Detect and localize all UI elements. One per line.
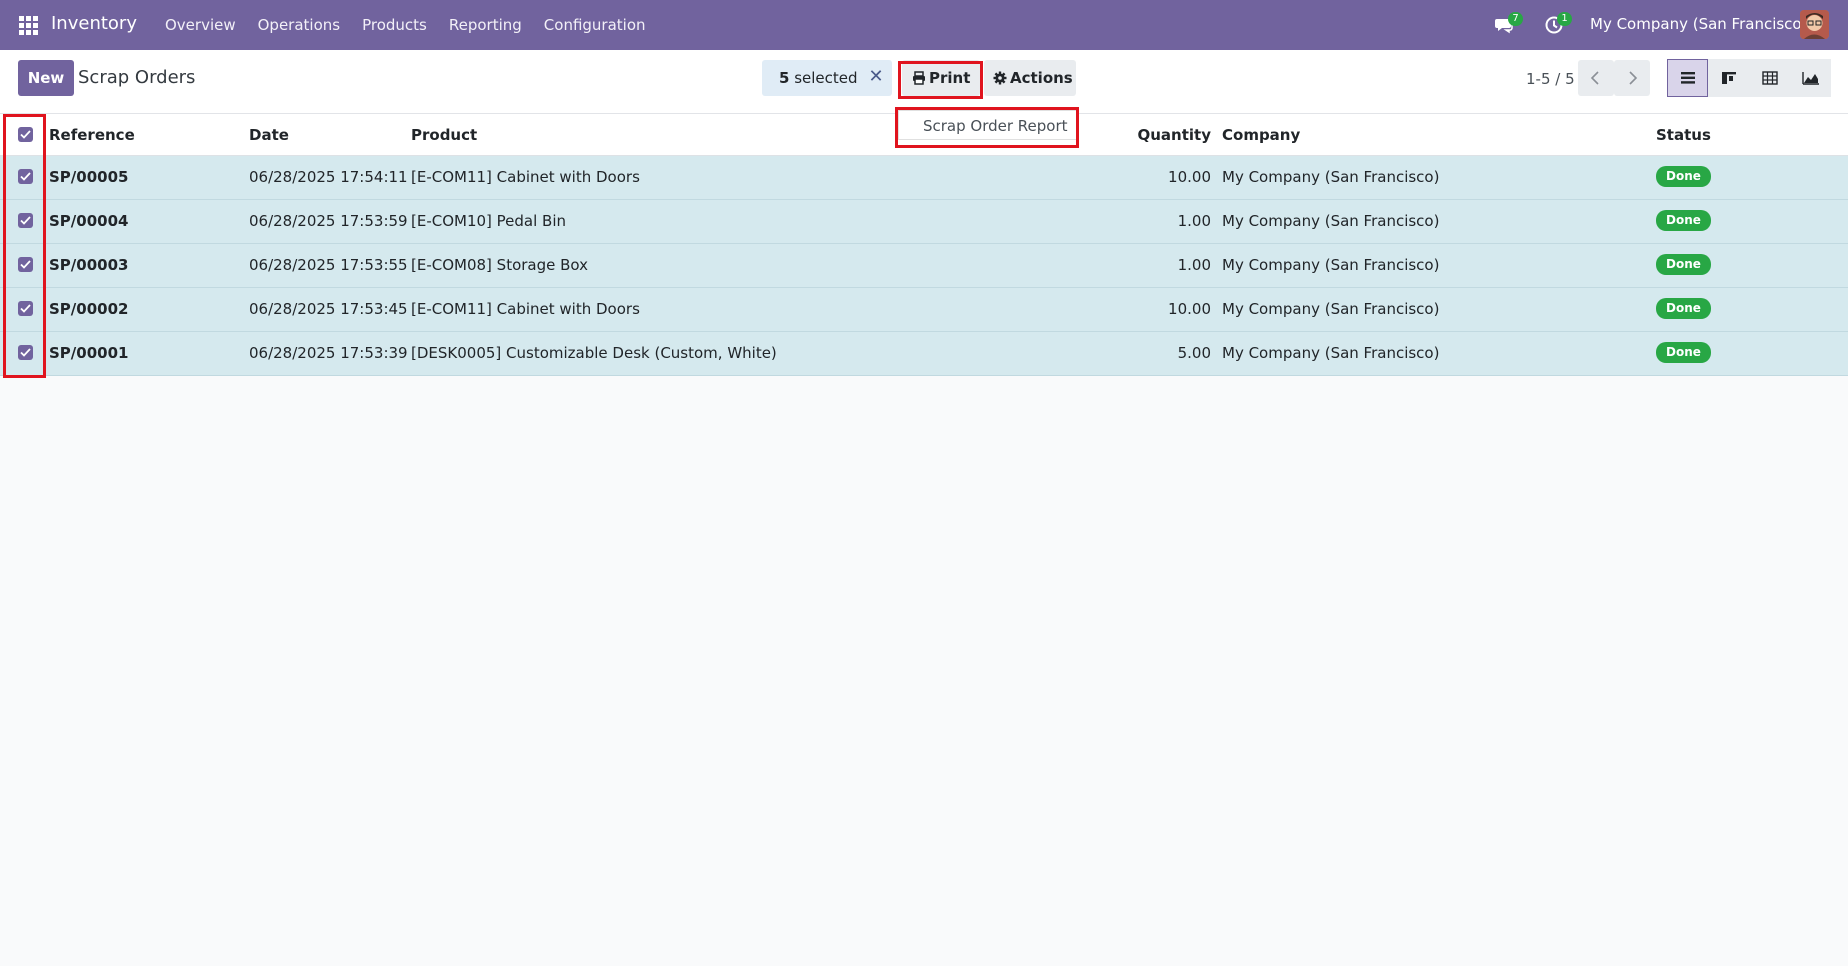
selected-label: selected [794, 69, 858, 87]
selected-count: 5 [779, 69, 790, 87]
column-company[interactable]: Company [1222, 126, 1300, 144]
gear-icon [993, 62, 1007, 98]
row-checkbox[interactable] [18, 169, 33, 184]
list-view-icon[interactable] [1667, 59, 1708, 97]
column-status[interactable]: Status [1656, 126, 1711, 144]
cell-quantity: 5.00 [1177, 344, 1211, 362]
scrap-orders-table: Reference Date Product Quantity Company … [0, 114, 1848, 376]
status-badge: Done [1656, 298, 1711, 319]
pager-value[interactable]: 1-5 / 5 [1526, 70, 1575, 88]
menu-item-products[interactable]: Products [351, 0, 438, 50]
cell-company: My Company (San Francisco) [1222, 300, 1440, 318]
print-icon [912, 62, 926, 98]
company-switcher[interactable]: My Company (San Francisco) [1590, 15, 1807, 33]
cell-date: 06/28/2025 17:53:39 [249, 344, 408, 362]
cell-company: My Company (San Francisco) [1222, 168, 1440, 186]
kanban-view-icon[interactable] [1708, 59, 1749, 97]
menu-item-reporting[interactable]: Reporting [438, 0, 533, 50]
cell-company: My Company (San Francisco) [1222, 212, 1440, 230]
main-menu: Overview Operations Products Reporting C… [154, 0, 657, 50]
cell-reference: SP/00005 [49, 168, 129, 186]
row-checkbox[interactable] [18, 345, 33, 360]
status-badge: Done [1656, 342, 1711, 363]
app-name[interactable]: Inventory [51, 13, 137, 34]
column-date[interactable]: Date [249, 126, 289, 144]
cell-reference: SP/00002 [49, 300, 129, 318]
chevron-left-icon[interactable] [1578, 60, 1614, 96]
table-row[interactable]: SP/00003 06/28/2025 17:53:55 [E-COM08] S… [0, 244, 1848, 288]
cell-reference: SP/00001 [49, 344, 129, 362]
cell-company: My Company (San Francisco) [1222, 256, 1440, 274]
print-dropdown-menu: Scrap Order Report [898, 110, 1078, 140]
print-label: Print [929, 69, 971, 87]
cell-company: My Company (San Francisco) [1222, 344, 1440, 362]
status-badge: Done [1656, 210, 1711, 231]
cell-date: 06/28/2025 17:53:55 [249, 256, 408, 274]
print-button[interactable]: Print [902, 60, 980, 96]
cell-reference: SP/00003 [49, 256, 129, 274]
cell-quantity: 10.00 [1168, 168, 1211, 186]
cell-product: [E-COM11] Cabinet with Doors [411, 168, 640, 186]
menu-item-overview[interactable]: Overview [154, 0, 247, 50]
table-row[interactable]: SP/00001 06/28/2025 17:53:39 [DESK0005] … [0, 332, 1848, 376]
column-product[interactable]: Product [411, 126, 477, 144]
avatar[interactable] [1800, 10, 1829, 39]
menu-item-configuration[interactable]: Configuration [533, 0, 657, 50]
cell-date: 06/28/2025 17:53:59 [249, 212, 408, 230]
page-title: Scrap Orders [78, 67, 196, 88]
selection-indicator: 5 selected ✕ [762, 60, 892, 96]
cell-date: 06/28/2025 17:53:45 [249, 300, 408, 318]
cell-product: [E-COM10] Pedal Bin [411, 212, 567, 230]
cell-reference: SP/00004 [49, 212, 129, 230]
control-panel: New Scrap Orders 5 selected ✕ Print Acti… [0, 50, 1848, 114]
cell-quantity: 1.00 [1177, 256, 1211, 274]
column-quantity[interactable]: Quantity [1111, 126, 1212, 144]
status-badge: Done [1656, 166, 1711, 187]
row-checkbox[interactable] [18, 257, 33, 272]
cell-product: [E-COM08] Storage Box [411, 256, 589, 274]
new-button[interactable]: New [18, 60, 74, 96]
actions-button[interactable]: Actions [984, 60, 1076, 96]
pivot-view-icon[interactable] [1749, 59, 1790, 97]
chevron-right-icon[interactable] [1614, 60, 1650, 96]
cell-quantity: 10.00 [1168, 300, 1211, 318]
cell-product: [DESK0005] Customizable Desk (Custom, Wh… [411, 344, 777, 362]
cell-product: [E-COM11] Cabinet with Doors [411, 300, 640, 318]
row-checkbox[interactable] [18, 301, 33, 316]
scrap-order-report-item[interactable]: Scrap Order Report [923, 117, 1068, 135]
row-checkbox[interactable] [18, 213, 33, 228]
top-navbar: Inventory Overview Operations Products R… [0, 0, 1848, 50]
activities-badge: 1 [1557, 12, 1572, 26]
messages-badge: 7 [1508, 12, 1523, 26]
table-row[interactable]: SP/00005 06/28/2025 17:54:11 [E-COM11] C… [0, 156, 1848, 200]
menu-item-operations[interactable]: Operations [247, 0, 351, 50]
graph-view-icon[interactable] [1790, 59, 1831, 97]
table-row[interactable]: SP/00004 06/28/2025 17:53:59 [E-COM10] P… [0, 200, 1848, 244]
close-icon[interactable]: ✕ [868, 67, 884, 87]
status-badge: Done [1656, 254, 1711, 275]
table-row[interactable]: SP/00002 06/28/2025 17:53:45 [E-COM11] C… [0, 288, 1848, 332]
select-all-checkbox[interactable] [18, 127, 33, 142]
apps-grid-icon[interactable] [19, 16, 38, 35]
cell-quantity: 1.00 [1177, 212, 1211, 230]
column-reference[interactable]: Reference [49, 126, 135, 144]
actions-label: Actions [1010, 69, 1073, 87]
cell-date: 06/28/2025 17:54:11 [249, 168, 408, 186]
